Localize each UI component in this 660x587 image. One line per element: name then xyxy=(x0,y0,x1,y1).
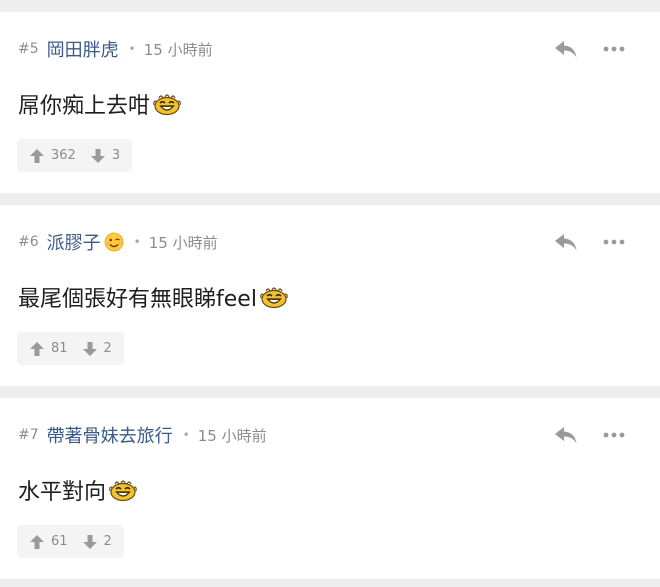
floor-number: #6 xyxy=(18,234,39,250)
downvote-count: 2 xyxy=(103,341,112,356)
comment-card: #7 帶著骨妹去旅行 • 15 小時前 水平對向 61 2 xyxy=(0,398,660,579)
vote-bar: 61 2 xyxy=(17,525,124,558)
floor-number: #7 xyxy=(18,427,39,443)
comment-content: 最尾個張好有無眼睇feel xyxy=(18,282,289,312)
floor-number: #5 xyxy=(18,41,39,57)
downvote-button[interactable]: 3 xyxy=(90,148,120,164)
upvote-button[interactable]: 362 xyxy=(29,148,76,164)
username-link[interactable]: 岡田胖虎 xyxy=(47,36,119,62)
more-options-icon[interactable] xyxy=(601,42,627,56)
downvote-button[interactable]: 2 xyxy=(82,534,112,550)
arrow-down-icon xyxy=(82,534,98,550)
arrow-down-icon xyxy=(90,148,106,164)
arrow-up-icon xyxy=(29,534,45,550)
vote-bar: 81 2 xyxy=(17,332,124,365)
username-link[interactable]: 帶著骨妹去旅行 xyxy=(47,422,173,448)
laugh-sticker-icon xyxy=(108,478,138,502)
comment-content: 水平對向 xyxy=(18,475,138,505)
comment-card: #6 派膠子 • 15 小時前 最尾個張好有無眼睇feel 81 2 xyxy=(0,205,660,386)
downvote-button[interactable]: 2 xyxy=(82,341,112,357)
post-time: 15 小時前 xyxy=(197,426,267,445)
upvote-count: 362 xyxy=(51,148,76,163)
reply-icon[interactable] xyxy=(554,232,578,252)
arrow-up-icon xyxy=(29,148,45,164)
downvote-count: 3 xyxy=(111,148,121,163)
post-time: 15 小時前 xyxy=(148,233,218,252)
arrow-down-icon xyxy=(82,341,98,357)
post-time: 15 小時前 xyxy=(143,40,213,59)
reply-icon[interactable] xyxy=(554,39,578,59)
comment-meta: #6 派膠子 • 15 小時前 xyxy=(18,229,218,255)
vote-bar: 362 3 xyxy=(17,139,133,172)
meta-separator: • xyxy=(182,428,190,442)
more-options-icon[interactable] xyxy=(601,235,627,249)
laugh-sticker-icon xyxy=(259,285,289,309)
more-options-icon[interactable] xyxy=(601,428,627,442)
username-link[interactable]: 派膠子 xyxy=(47,229,101,255)
reply-icon[interactable] xyxy=(554,425,578,445)
comment-feed: #5 岡田胖虎 • 15 小時前 屌你痴上去咁 362 3 #6 派膠子 • 1… xyxy=(0,0,660,587)
arrow-up-icon xyxy=(29,341,45,357)
upvote-button[interactable]: 61 xyxy=(29,534,68,550)
upvote-button[interactable]: 81 xyxy=(29,341,68,357)
comment-text: 水平對向 xyxy=(18,480,107,505)
upvote-count: 81 xyxy=(51,341,68,356)
downvote-count: 2 xyxy=(103,534,112,549)
comment-meta: #5 岡田胖虎 • 15 小時前 xyxy=(18,36,213,62)
comment-card: #5 岡田胖虎 • 15 小時前 屌你痴上去咁 362 3 xyxy=(0,12,660,193)
laugh-sticker-icon xyxy=(152,92,182,116)
comment-text: 最尾個張好有無眼睇feel xyxy=(18,287,257,312)
upvote-count: 61 xyxy=(51,534,68,549)
comment-meta: #7 帶著骨妹去旅行 • 15 小時前 xyxy=(18,422,267,448)
meta-separator: • xyxy=(133,235,141,249)
meta-separator: • xyxy=(128,42,136,56)
comment-content: 屌你痴上去咁 xyxy=(18,89,182,119)
comment-text: 屌你痴上去咁 xyxy=(18,94,151,119)
wink-emoji-icon xyxy=(104,232,124,252)
